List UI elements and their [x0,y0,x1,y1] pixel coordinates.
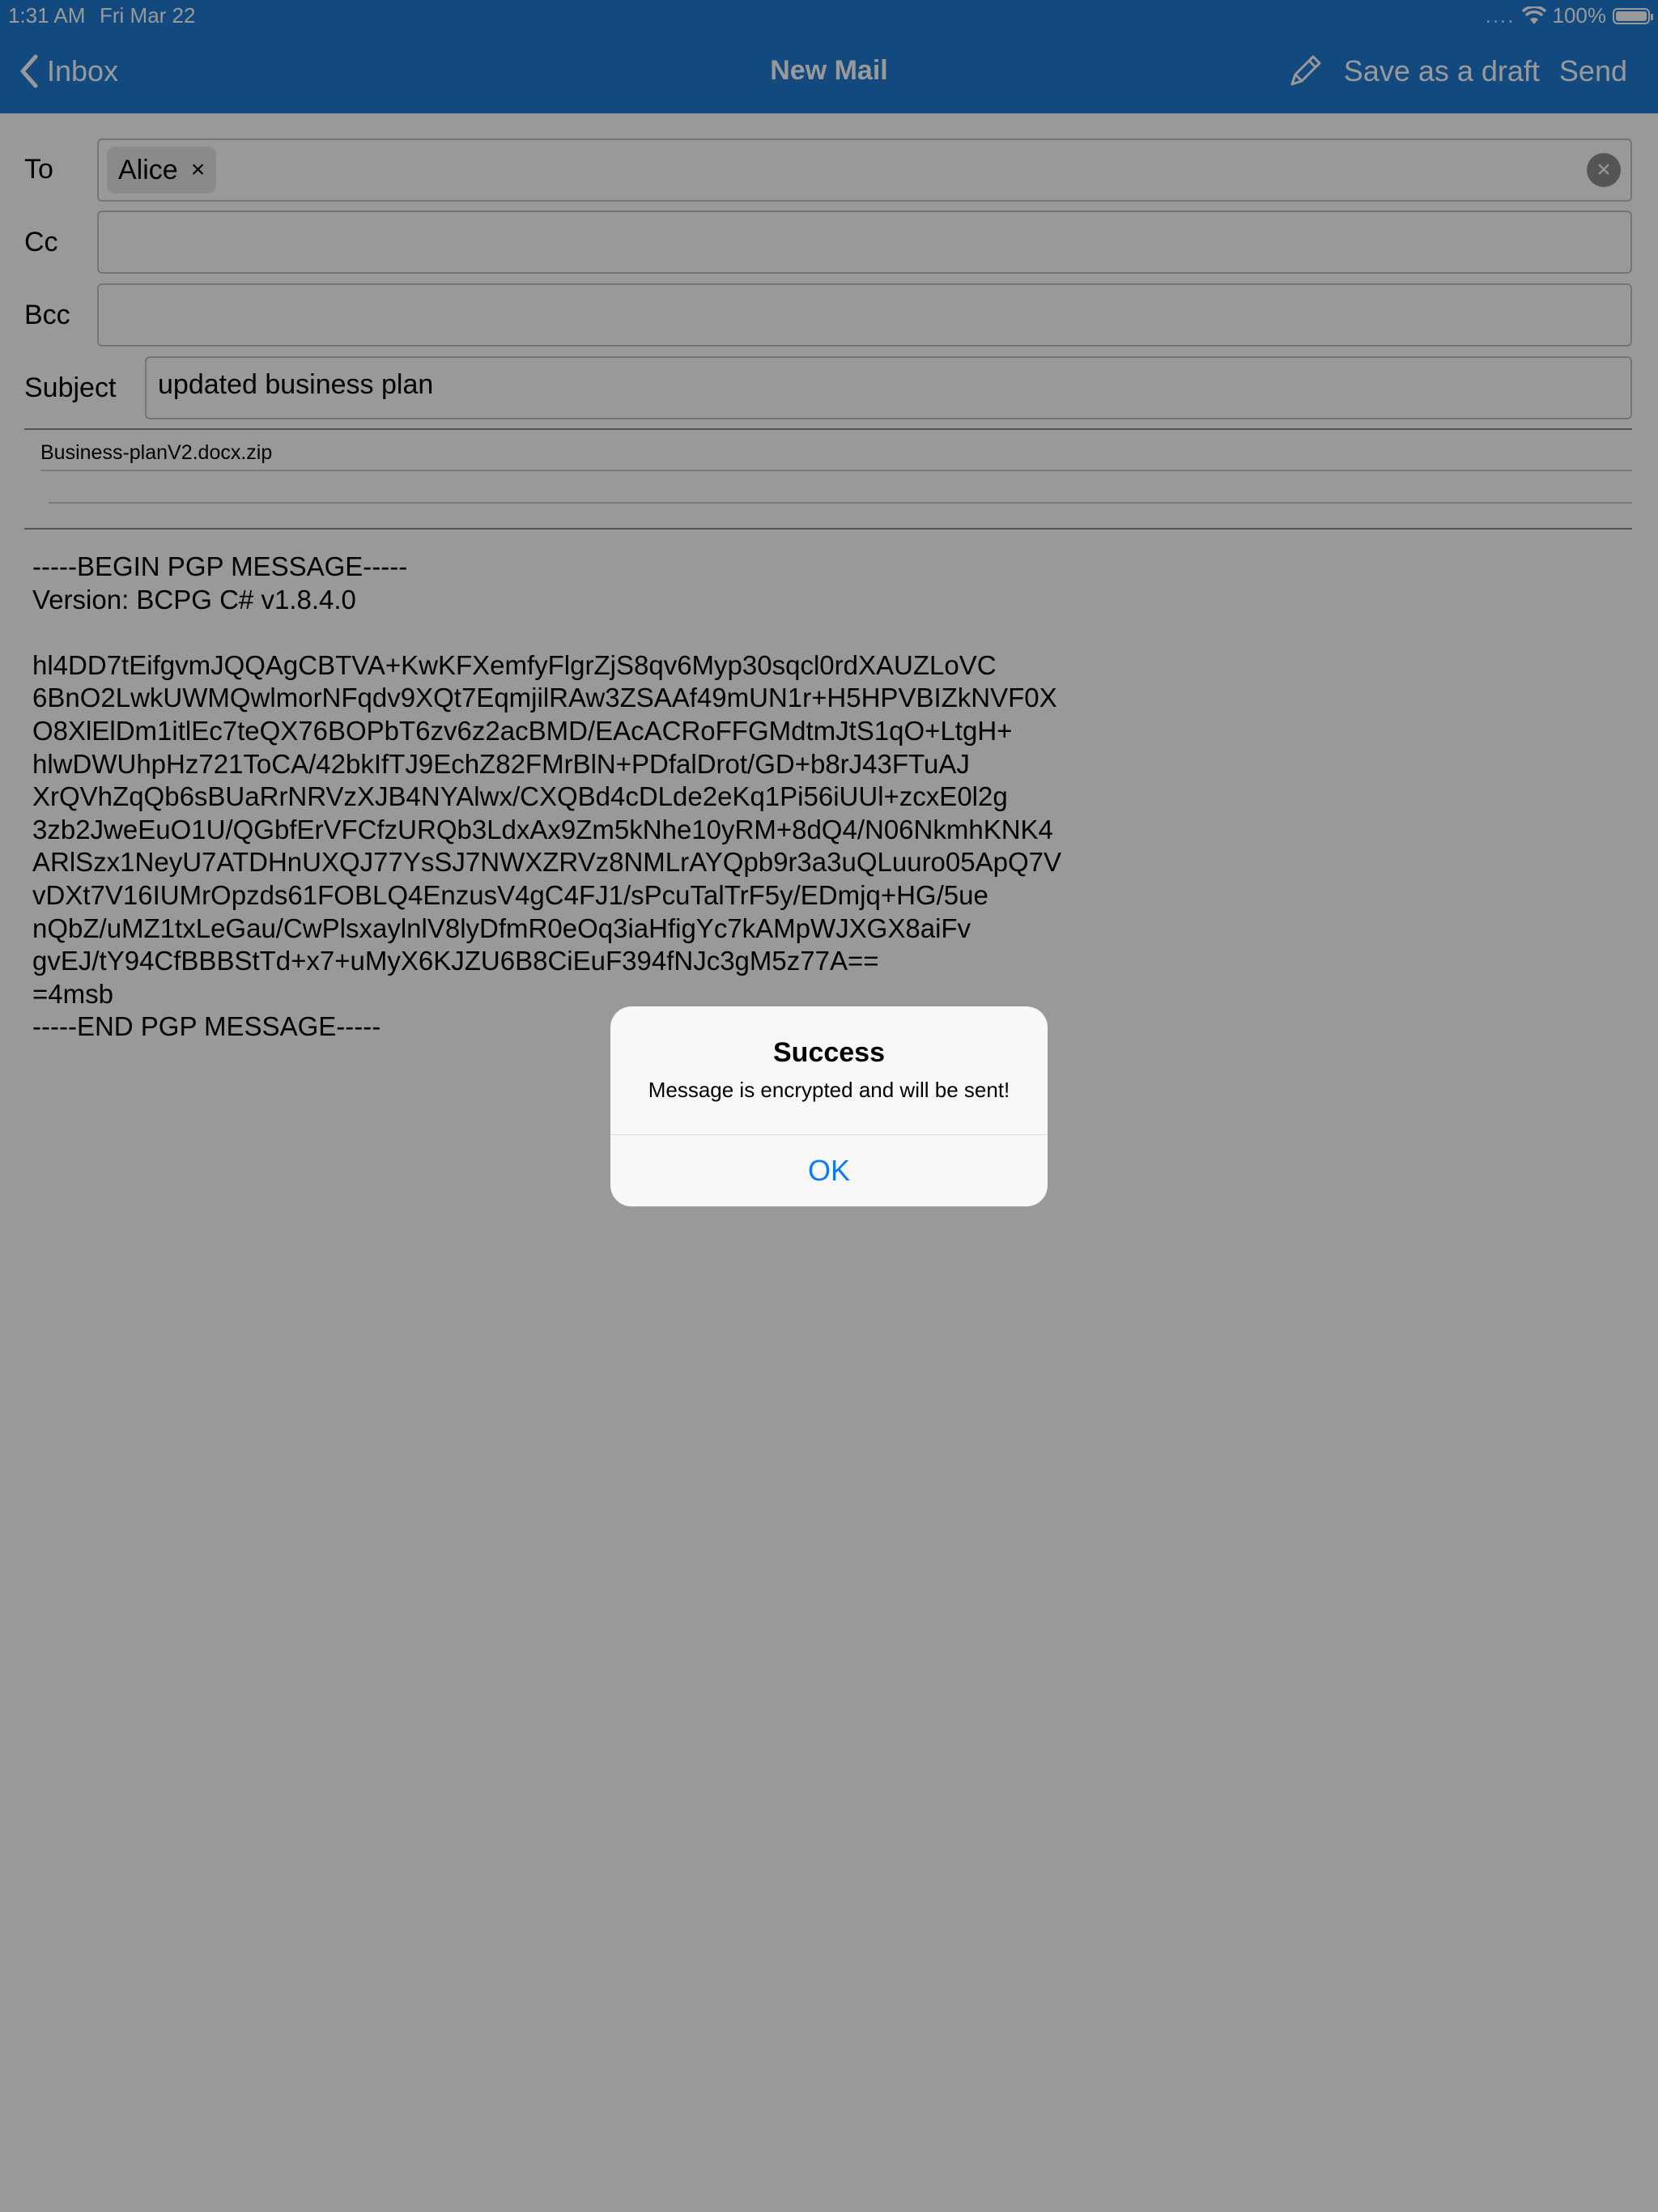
ok-button[interactable]: OK [610,1135,1048,1206]
alert-title: Success [773,1037,885,1068]
alert-message: Message is encrypted and will be sent! [648,1078,1010,1102]
success-alert: Success Message is encrypted and will be… [610,1006,1048,1206]
